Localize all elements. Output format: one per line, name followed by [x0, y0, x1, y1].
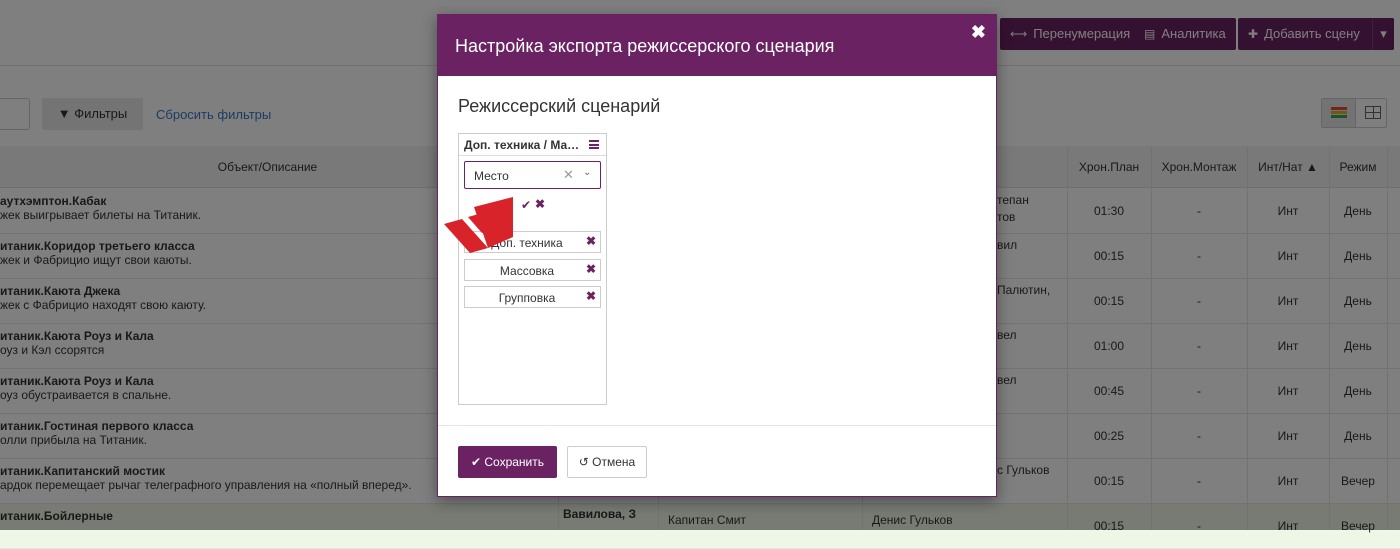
column-panel: Доп. техника / Массовка / Групповка Мест…	[444, 133, 607, 405]
close-icon[interactable]: ✖	[535, 197, 545, 211]
remove-tag-icon[interactable]: ✖	[586, 262, 596, 276]
cancel-label: Отмена	[592, 455, 636, 469]
tag-item[interactable]: Групповка ✖	[464, 286, 601, 308]
modal-body: Режиссерский сценарий Доп. техника / Мас…	[438, 76, 996, 426]
cancel-button[interactable]: ↺ Отмена	[567, 446, 647, 478]
column-panel-header[interactable]: Доп. техника / Массовка / Групповка	[459, 134, 606, 156]
clear-icon[interactable]: ✕	[563, 167, 574, 183]
save-label: Сохранить	[484, 455, 545, 469]
section-title: Режиссерский сценарий	[458, 96, 661, 116]
close-icon[interactable]: ✖	[971, 22, 986, 43]
check-icon: ✔	[470, 455, 482, 469]
chevron-logo-icon	[444, 197, 513, 253]
save-button[interactable]: ✔ Сохранить	[458, 446, 557, 478]
remove-tag-icon[interactable]: ✖	[586, 234, 596, 248]
tag-label: Групповка	[498, 291, 556, 305]
modal-title: Настройка экспорта режиссерского сценари…	[455, 36, 835, 56]
tag-label: Массовка	[499, 264, 555, 278]
chevron-down-icon[interactable]: ⌄	[583, 167, 591, 178]
field-select-value: Место	[474, 169, 509, 183]
modal-header: Настройка экспорта режиссерского сценари…	[438, 15, 996, 76]
column-panel-title: Доп. техника / Массовка / Групповка	[464, 138, 584, 152]
check-icon[interactable]: ✔	[521, 198, 531, 212]
modal-footer: ✔ Сохранить ↺ Отмена	[438, 425, 996, 497]
remove-tag-icon[interactable]: ✖	[586, 289, 596, 303]
undo-icon: ↺	[578, 455, 589, 469]
field-select[interactable]: Место ✕ ⌄	[464, 161, 601, 189]
hamburger-icon[interactable]	[589, 140, 599, 149]
export-settings-modal: Настройка экспорта режиссерского сценари…	[437, 14, 997, 497]
